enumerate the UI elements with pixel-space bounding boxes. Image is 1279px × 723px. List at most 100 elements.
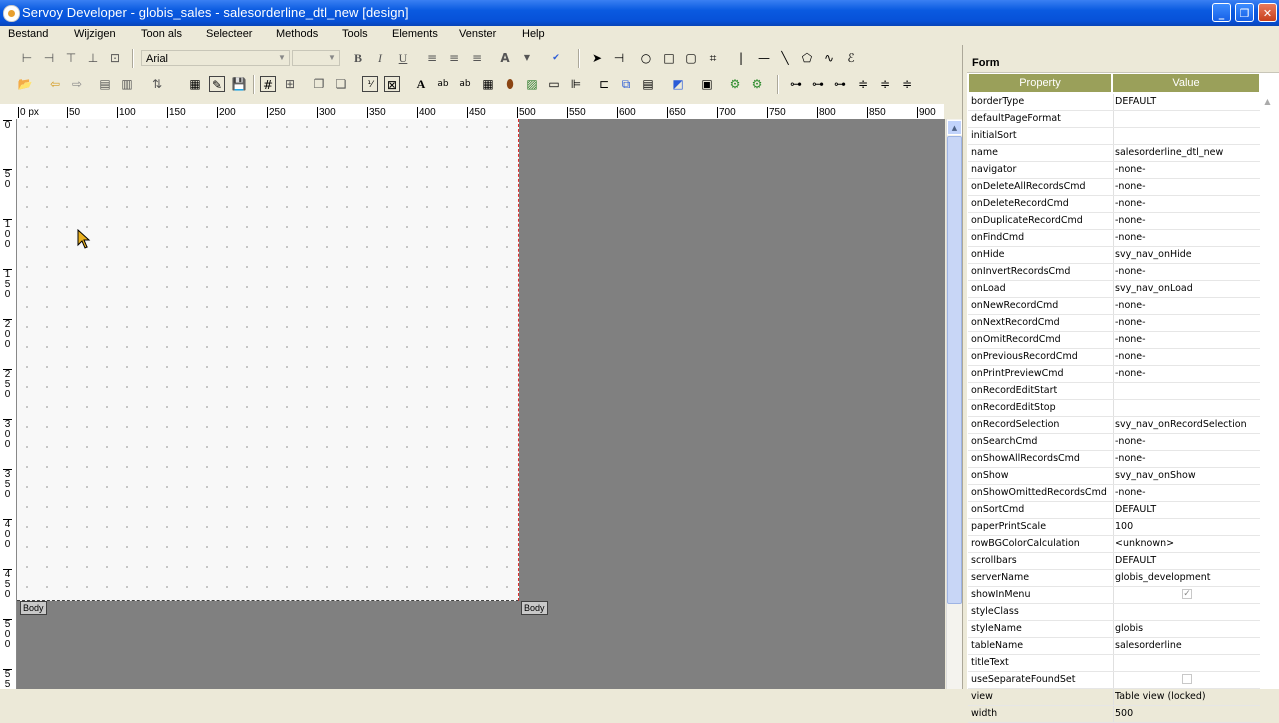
property-column-header[interactable]: Property bbox=[969, 74, 1113, 92]
property-row[interactable]: onPrintPreviewCmd -none- bbox=[968, 366, 1260, 383]
sort-icon[interactable]: ⇅ bbox=[149, 76, 165, 92]
property-value[interactable]: salesorderline_dtl_new bbox=[1115, 146, 1258, 160]
property-row[interactable]: onFindCmd -none- bbox=[968, 230, 1260, 247]
tab-sequence-icon[interactable]: ⅟ bbox=[362, 76, 378, 92]
property-value[interactable]: DEFAULT bbox=[1115, 554, 1258, 568]
table-icon[interactable]: ▦ bbox=[480, 76, 496, 92]
spellcheck-icon[interactable]: ✔ bbox=[548, 50, 564, 66]
add-field-icon[interactable]: ▤ bbox=[97, 76, 113, 92]
rounded-rectangle-tool-icon[interactable]: ▢ bbox=[683, 50, 699, 66]
property-value[interactable]: 500 bbox=[1115, 707, 1258, 721]
body-part-label[interactable]: Body bbox=[20, 601, 47, 615]
form-properties-icon[interactable]: ▦ bbox=[187, 76, 203, 92]
media-icon[interactable]: ⬮ bbox=[502, 76, 518, 92]
polygon-tool-icon[interactable]: ⬠ bbox=[799, 50, 815, 66]
align-bottom-icon[interactable]: ⊥ bbox=[85, 50, 101, 66]
property-row[interactable]: showInMenu ✓ bbox=[968, 587, 1260, 604]
property-value[interactable]: globis bbox=[1115, 622, 1258, 636]
property-row[interactable]: onRecordEditStop bbox=[968, 400, 1260, 417]
freehand-tool-icon[interactable]: ℰ bbox=[843, 50, 859, 66]
property-row[interactable]: onShowAllRecordsCmd -none- bbox=[968, 451, 1260, 468]
text-area-icon[interactable]: ab bbox=[457, 76, 473, 92]
property-value[interactable]: DEFAULT bbox=[1115, 95, 1258, 109]
design-mode-icon[interactable]: ✎ bbox=[209, 76, 225, 92]
menu-toon-als[interactable]: Toon als bbox=[141, 28, 182, 40]
font-name-combo[interactable]: Arial ▼ bbox=[141, 50, 290, 66]
property-row[interactable]: onSortCmd DEFAULT bbox=[968, 502, 1260, 519]
field-order-icon[interactable]: ⊠ bbox=[384, 76, 400, 92]
button-icon[interactable]: ▭ bbox=[546, 76, 562, 92]
property-row[interactable]: onLoad svy_nav_onLoad bbox=[968, 281, 1260, 298]
menu-methods[interactable]: Methods bbox=[276, 28, 318, 40]
menu-bestand[interactable]: Bestand bbox=[8, 28, 48, 40]
bring-forward-icon[interactable]: ❐ bbox=[311, 76, 327, 92]
property-value[interactable]: -none- bbox=[1115, 180, 1258, 194]
property-value[interactable]: -none- bbox=[1115, 299, 1258, 313]
tree-icon[interactable]: ⊫ bbox=[568, 76, 584, 92]
property-row[interactable]: rowBGColorCalculation <unknown> bbox=[968, 536, 1260, 553]
property-value[interactable]: -none- bbox=[1115, 486, 1258, 500]
property-value[interactable]: svy_nav_onShow bbox=[1115, 469, 1258, 483]
menu-wijzigen[interactable]: Wijzigen bbox=[74, 28, 116, 40]
calendar-icon[interactable]: ▣ bbox=[699, 76, 715, 92]
menu-help[interactable]: Help bbox=[522, 28, 545, 40]
send-backward-icon[interactable]: ❏ bbox=[333, 76, 349, 92]
scroll-up-icon[interactable]: ▲ bbox=[1260, 94, 1275, 109]
property-row[interactable]: onNewRecordCmd -none- bbox=[968, 298, 1260, 315]
property-row[interactable]: styleName globis bbox=[968, 621, 1260, 638]
property-row[interactable]: titleText bbox=[968, 655, 1260, 672]
italic-icon[interactable]: I bbox=[372, 50, 388, 66]
property-value[interactable]: -none- bbox=[1115, 350, 1258, 364]
property-value[interactable]: -none- bbox=[1115, 231, 1258, 245]
checkbox-checked-icon[interactable]: ✓ bbox=[1182, 589, 1192, 599]
property-value[interactable]: -none- bbox=[1115, 214, 1258, 228]
property-row[interactable]: name salesorderline_dtl_new bbox=[968, 145, 1260, 162]
property-value[interactable]: -none- bbox=[1115, 435, 1258, 449]
property-row[interactable]: scrollbars DEFAULT bbox=[968, 553, 1260, 570]
remove-field-icon[interactable]: ▥ bbox=[119, 76, 135, 92]
vertical-line-tool-icon[interactable]: | bbox=[733, 50, 749, 66]
rectangle-tool-icon[interactable]: □ bbox=[661, 50, 677, 66]
property-row[interactable]: onRecordSelection svy_nav_onRecordSelecti… bbox=[968, 417, 1260, 434]
property-row[interactable]: onRecordEditStart bbox=[968, 383, 1260, 400]
save-icon[interactable]: 💾 bbox=[231, 76, 247, 92]
property-row[interactable]: tableName salesorderline bbox=[968, 638, 1260, 655]
value-column-header[interactable]: Value bbox=[1113, 74, 1259, 92]
arrow-right-icon[interactable]: ⇨ bbox=[69, 76, 85, 92]
open-folder-icon[interactable]: 📂 bbox=[17, 76, 33, 92]
horizontal-line-tool-icon[interactable]: — bbox=[756, 50, 772, 66]
property-row[interactable]: onDeleteAllRecordsCmd -none- bbox=[968, 179, 1260, 196]
bold-icon[interactable]: B bbox=[350, 50, 366, 66]
distribute-vertical-center-icon[interactable]: ≑ bbox=[877, 76, 893, 92]
label-icon[interactable]: A bbox=[413, 76, 429, 92]
menu-venster[interactable]: Venster bbox=[459, 28, 496, 40]
property-row[interactable]: onShowOmittedRecordsCmd -none- bbox=[968, 485, 1260, 502]
panel-scrollbar[interactable]: ▲ bbox=[1260, 94, 1276, 689]
scrollbar-thumb[interactable] bbox=[947, 136, 962, 604]
property-value[interactable]: <unknown> bbox=[1115, 537, 1258, 551]
image-icon[interactable]: ▨ bbox=[524, 76, 540, 92]
property-value[interactable]: svy_nav_onHide bbox=[1115, 248, 1258, 262]
property-row[interactable]: initialSort bbox=[968, 128, 1260, 145]
property-row[interactable]: paperPrintScale 100 bbox=[968, 519, 1260, 536]
oval-tool-icon[interactable]: ○ bbox=[638, 50, 654, 66]
align-center-icon[interactable]: ⊡ bbox=[107, 50, 123, 66]
distribute-vertical-icon[interactable]: ≑ bbox=[855, 76, 871, 92]
bracket-tool-icon[interactable]: ⊣ bbox=[611, 50, 627, 66]
chevron-down-icon[interactable]: ▼ bbox=[519, 50, 535, 66]
split-pane-icon[interactable]: ⧉ bbox=[618, 76, 634, 92]
close-button[interactable]: ✕ bbox=[1258, 3, 1277, 22]
font-size-combo[interactable]: ▼ bbox=[292, 50, 340, 66]
arrow-left-icon[interactable]: ⇦ bbox=[47, 76, 63, 92]
property-row[interactable]: styleClass bbox=[968, 604, 1260, 621]
property-row[interactable]: onInvertRecordsCmd -none- bbox=[968, 264, 1260, 281]
property-row[interactable]: onSearchCmd -none- bbox=[968, 434, 1260, 451]
property-row[interactable]: onPreviousRecordCmd -none- bbox=[968, 349, 1260, 366]
curve-tool-icon[interactable]: ∿ bbox=[821, 50, 837, 66]
align-top-icon[interactable]: ⊤ bbox=[63, 50, 79, 66]
shape-tool-icon[interactable]: ⌗ bbox=[705, 50, 721, 66]
align-right-icon[interactable]: ⊣ bbox=[41, 50, 57, 66]
property-row[interactable]: borderType DEFAULT bbox=[968, 94, 1260, 111]
menu-selecteer[interactable]: Selecteer bbox=[206, 28, 252, 40]
property-row[interactable]: onDeleteRecordCmd -none- bbox=[968, 196, 1260, 213]
